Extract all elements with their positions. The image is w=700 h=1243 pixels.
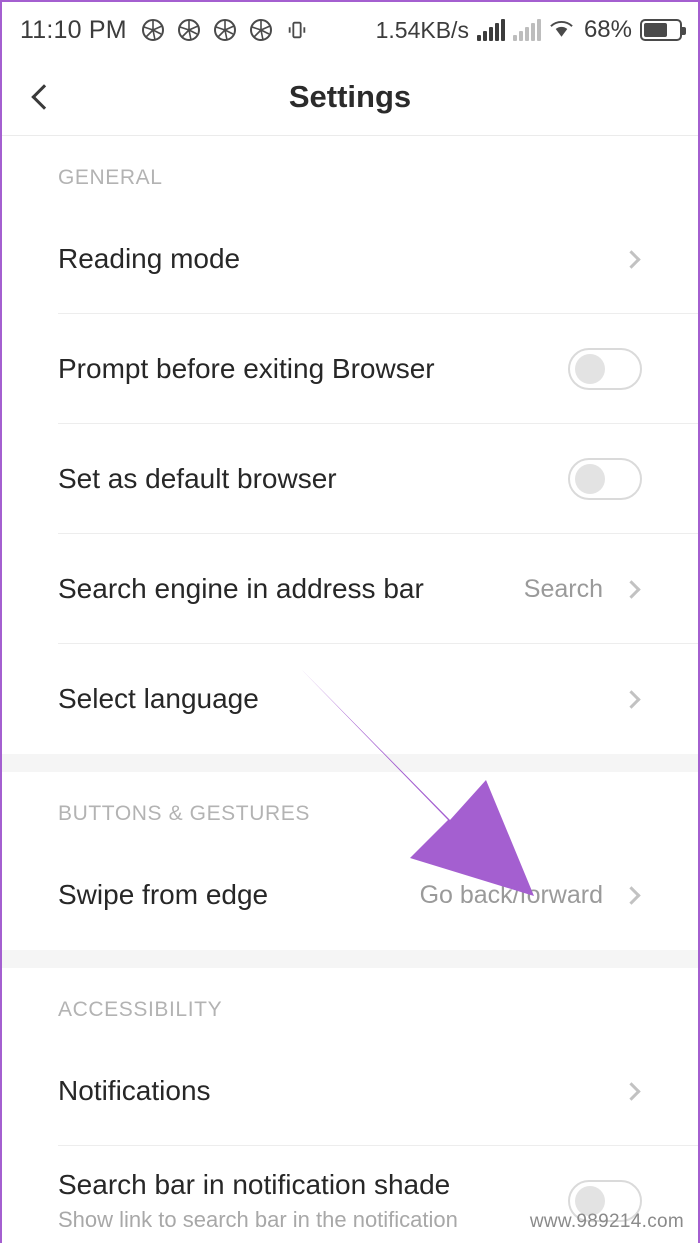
row-text: Search bar in notification shade Show li… — [58, 1169, 568, 1233]
section-header-accessibility: ACCESSIBILITY — [58, 998, 223, 1021]
shutter-icon — [141, 18, 166, 43]
settings-group-general: Reading mode Prompt before exiting Brows… — [2, 204, 698, 754]
status-bar-clock: 11:10 PM — [20, 15, 127, 44]
status-bar-right-icons: 1.54KB/s 68% — [375, 16, 686, 44]
settings-row-reading-mode[interactable]: Reading mode — [2, 204, 698, 314]
status-bar-left-icons — [141, 18, 310, 43]
section-divider — [2, 950, 698, 968]
row-text: Set as default browser — [58, 463, 568, 495]
settings-row-value: Search — [523, 574, 603, 603]
shutter-icon — [213, 18, 238, 43]
settings-row-set-default-browser[interactable]: Set as default browser — [2, 424, 698, 534]
chevron-right-icon — [622, 579, 641, 599]
settings-row-label: Search engine in address bar — [58, 573, 424, 604]
settings-row-prompt-before-exiting[interactable]: Prompt before exiting Browser — [2, 314, 698, 424]
settings-row-label: Swipe from edge — [58, 879, 269, 910]
shutter-icon — [249, 18, 274, 43]
settings-row-label: Set as default browser — [58, 463, 337, 494]
row-text: Notifications — [58, 1075, 625, 1107]
chevron-right-icon — [622, 689, 641, 709]
settings-row-value: Go back/forward — [419, 880, 603, 909]
toggle-prompt-before-exiting[interactable] — [568, 348, 642, 390]
settings-row-label: Search bar in notification shade — [58, 1169, 451, 1200]
row-text: Search engine in address bar — [58, 573, 524, 605]
chevron-right-icon — [622, 1081, 641, 1101]
settings-row-label: Notifications — [58, 1075, 211, 1106]
section-header-buttons-gestures: BUTTONS & GESTURES — [58, 802, 310, 825]
row-text: Swipe from edge — [58, 879, 420, 911]
chevron-right-icon — [622, 249, 641, 269]
settings-row-notifications[interactable]: Notifications — [2, 1036, 698, 1146]
page-title: Settings — [288, 78, 412, 114]
settings-row-swipe-from-edge[interactable]: Swipe from edge Go back/forward — [2, 840, 698, 950]
settings-row-label: Reading mode — [58, 243, 241, 274]
battery-percent-label: 68% — [583, 16, 632, 43]
row-text: Prompt before exiting Browser — [58, 353, 568, 385]
row-text: Reading mode — [58, 243, 625, 275]
settings-row-label: Select language — [58, 683, 259, 714]
vibrate-icon — [285, 18, 310, 43]
phone-screen: 11:10 PM 1.54KB/s 68% Settings GENERAL R… — [0, 0, 700, 1243]
back-arrow-icon — [31, 83, 57, 110]
settings-row-select-language[interactable]: Select language — [2, 644, 698, 754]
app-bar: Settings — [2, 58, 698, 136]
wifi-icon — [549, 18, 574, 43]
shutter-icon — [177, 18, 202, 43]
signal-bars-dim-icon — [512, 19, 541, 41]
chevron-right-icon — [622, 885, 641, 905]
settings-group-buttons-gestures: Swipe from edge Go back/forward — [2, 840, 698, 950]
toggle-set-default-browser[interactable] — [568, 458, 642, 500]
section-header-general: GENERAL — [58, 166, 163, 189]
watermark: www.989214.com — [529, 1211, 684, 1232]
section-divider — [2, 754, 698, 772]
row-text: Select language — [58, 683, 625, 715]
back-button[interactable] — [2, 58, 80, 136]
settings-row-sublabel: Show link to search bar in the notificat… — [58, 1207, 458, 1232]
network-speed-label: 1.54KB/s — [375, 16, 469, 43]
settings-row-search-engine[interactable]: Search engine in address bar Search — [2, 534, 698, 644]
signal-bars-icon — [476, 19, 505, 41]
status-bar: 11:10 PM 1.54KB/s 68% — [2, 2, 698, 58]
settings-row-label: Prompt before exiting Browser — [58, 353, 435, 384]
battery-icon — [640, 19, 686, 41]
